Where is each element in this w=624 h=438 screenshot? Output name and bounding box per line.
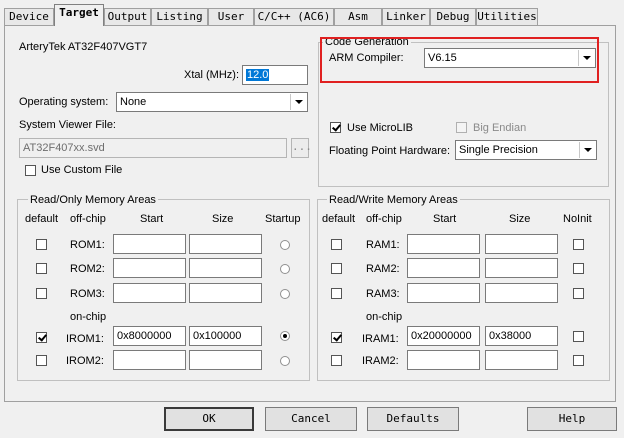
big-endian-label: Big Endian (473, 122, 527, 134)
iram1-label: IRAM1: (362, 333, 399, 345)
use-custom-file-label: Use Custom File (41, 164, 123, 176)
ram3-start-input[interactable] (407, 283, 480, 303)
ram-header-size: Size (509, 213, 531, 225)
tab-target[interactable]: Target (54, 4, 104, 26)
iram1-size-input[interactable]: 0x38000 (485, 326, 558, 346)
ram2-default-checkbox[interactable] (331, 263, 342, 274)
tab-debug[interactable]: Debug (430, 8, 476, 25)
ram1-size-input[interactable] (485, 234, 558, 254)
irom2-default-checkbox[interactable] (36, 355, 47, 366)
ram1-label: RAM1: (366, 239, 400, 251)
ram2-start-input[interactable] (407, 258, 480, 278)
ram-title: Read/Write Memory Areas (327, 193, 460, 207)
iram2-noinit-checkbox[interactable] (573, 355, 584, 366)
rom-header-startup: Startup (265, 213, 301, 225)
rom3-size-input[interactable] (189, 283, 262, 303)
rom-header-size: Size (212, 213, 234, 225)
highlight-box (320, 37, 599, 83)
iram1-default-checkbox[interactable] (331, 332, 342, 343)
device-name: ArteryTek AT32F407VGT7 (19, 41, 148, 53)
irom2-startup-radio[interactable] (280, 356, 290, 366)
ram-header-start: Start (433, 213, 457, 225)
ram2-size-input[interactable] (485, 258, 558, 278)
tab-linker[interactable]: Linker (382, 8, 430, 25)
irom1-size-input[interactable]: 0x100000 (189, 326, 262, 346)
iram2-size-input[interactable] (485, 350, 558, 370)
ram-onchip-label: on-chip (366, 311, 403, 323)
defaults-button[interactable]: Defaults (367, 407, 459, 431)
tab-user[interactable]: User (208, 8, 254, 25)
rom2-size-input[interactable] (189, 258, 262, 278)
rom3-startup-radio[interactable] (280, 289, 290, 299)
irom2-start-input[interactable] (113, 350, 186, 370)
rom-title: Read/Only Memory Areas (28, 193, 158, 207)
tab-utilities[interactable]: Utilities (476, 8, 538, 25)
rom1-default-checkbox[interactable] (36, 239, 47, 250)
rom-header-offchip: off-chip (70, 213, 106, 225)
rom2-start-input[interactable] (113, 258, 186, 278)
iram1-noinit-checkbox[interactable] (573, 331, 584, 342)
rom1-start-input[interactable] (113, 234, 186, 254)
ram-header-offchip: off-chip (366, 213, 402, 225)
irom1-start-input[interactable]: 0x8000000 (113, 326, 186, 346)
tab-asm[interactable]: Asm (334, 8, 382, 25)
rom2-startup-radio[interactable] (280, 264, 290, 274)
rom3-start-input[interactable] (113, 283, 186, 303)
ram-header-default: default (322, 213, 356, 225)
svf-browse-button[interactable]: ... (291, 138, 312, 158)
rom-header-default: default (25, 213, 59, 225)
chevron-down-icon[interactable] (579, 142, 595, 158)
chevron-down-icon[interactable] (290, 94, 306, 110)
rom-onchip-label: on-chip (70, 311, 107, 323)
help-button[interactable]: Help (527, 407, 617, 431)
ok-button[interactable]: OK (164, 407, 254, 431)
ram3-default-checkbox[interactable] (331, 288, 342, 299)
iram2-label: IRAM2: (362, 355, 399, 367)
use-custom-file-checkbox[interactable] (25, 165, 36, 176)
rom1-startup-radio[interactable] (280, 240, 290, 250)
fph-label: Floating Point Hardware: (329, 145, 451, 157)
iram2-default-checkbox[interactable] (331, 355, 342, 366)
tab-cpp-ac6[interactable]: C/C++ (AC6) (254, 8, 334, 25)
iram1-start-input[interactable]: 0x20000000 (407, 326, 480, 346)
irom2-label: IROM2: (66, 355, 104, 367)
rom2-default-checkbox[interactable] (36, 263, 47, 274)
tab-output[interactable]: Output (104, 8, 151, 25)
big-endian-checkbox[interactable] (456, 122, 467, 133)
rom-header-start: Start (140, 213, 164, 225)
rom1-size-input[interactable] (189, 234, 262, 254)
ram3-label: RAM3: (366, 288, 400, 300)
os-select[interactable]: None (116, 92, 308, 112)
tab-listing[interactable]: Listing (151, 8, 208, 25)
svf-label: System Viewer File: (19, 119, 116, 131)
rom3-default-checkbox[interactable] (36, 288, 47, 299)
ram-header-noinit: NoInit (563, 213, 592, 225)
ram1-noinit-checkbox[interactable] (573, 239, 584, 250)
ram3-noinit-checkbox[interactable] (573, 288, 584, 299)
os-value: None (120, 96, 147, 108)
ram1-start-input[interactable] (407, 234, 480, 254)
tab-device[interactable]: Device (4, 8, 54, 25)
ram2-noinit-checkbox[interactable] (573, 263, 584, 274)
irom1-label: IROM1: (66, 333, 104, 345)
xtal-input[interactable]: 12.0 (242, 65, 308, 85)
rom3-label: ROM3: (70, 288, 105, 300)
rom1-label: ROM1: (70, 239, 105, 251)
svf-input[interactable]: AT32F407xx.svd (19, 138, 287, 158)
cancel-button[interactable]: Cancel (265, 407, 357, 431)
os-label: Operating system: (19, 96, 109, 108)
irom1-startup-radio[interactable] (280, 331, 290, 341)
use-microlib-checkbox[interactable] (330, 122, 341, 133)
use-microlib-label: Use MicroLIB (347, 122, 414, 134)
iram2-start-input[interactable] (407, 350, 480, 370)
irom2-size-input[interactable] (189, 350, 262, 370)
fph-value: Single Precision (459, 144, 538, 156)
ram1-default-checkbox[interactable] (331, 239, 342, 250)
rom2-label: ROM2: (70, 263, 105, 275)
fph-select[interactable]: Single Precision (455, 140, 597, 160)
ram3-size-input[interactable] (485, 283, 558, 303)
ram2-label: RAM2: (366, 263, 400, 275)
irom1-default-checkbox[interactable] (36, 332, 47, 343)
xtal-label: Xtal (MHz): (184, 69, 239, 81)
